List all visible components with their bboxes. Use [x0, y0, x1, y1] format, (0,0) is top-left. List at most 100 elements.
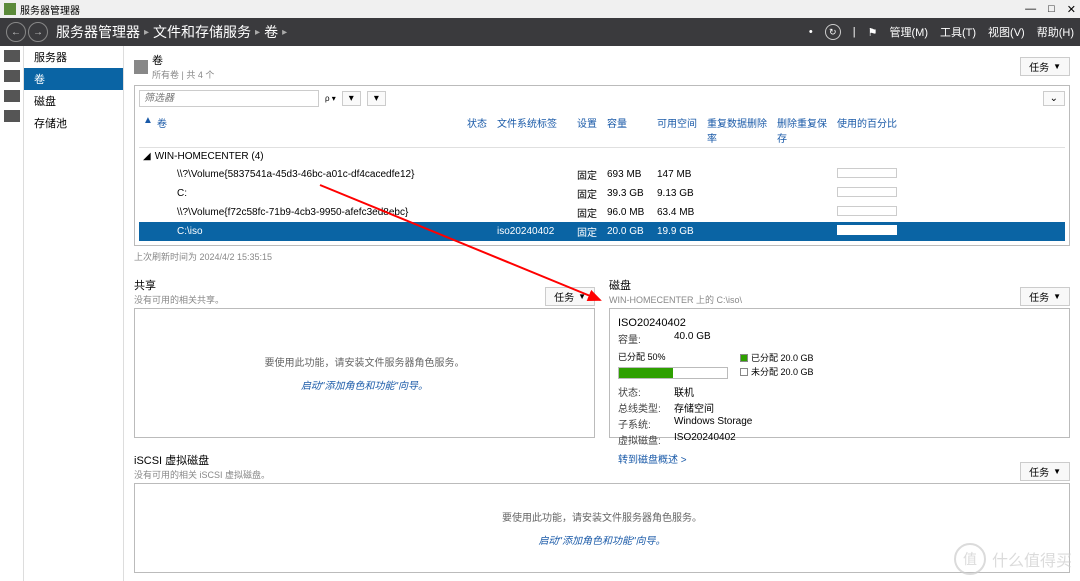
rail-icon[interactable]: [4, 70, 20, 82]
share-wizard-link[interactable]: 启动"添加角色和功能"向导。: [301, 377, 428, 392]
table-row[interactable]: \\?\Volume{f72c58fc-71b9-4cb3-9950-afefc…: [139, 203, 1065, 222]
crumb-volumes[interactable]: 卷: [264, 22, 278, 42]
cell-free: 63.4 MB: [653, 207, 703, 218]
rail-icon[interactable]: [4, 90, 20, 102]
window-titlebar: 服务器管理器 — □ ✕: [0, 0, 1080, 18]
app-icon: [4, 3, 16, 15]
col-fslabel[interactable]: 文件系统标签: [493, 115, 573, 145]
disk-tasks-button[interactable]: 任务▼: [1020, 287, 1070, 306]
volumes-grid: ▲ 卷 状态 文件系统标签 设置 容量 可用空间 重复数据删除率 删除重复保存 …: [139, 113, 1065, 241]
group-expander-icon: ◢: [143, 151, 151, 162]
back-button[interactable]: ←: [6, 22, 26, 42]
share-placeholder: 要使用此功能，请安装文件服务器角色服务。 启动"添加角色和功能"向导。: [134, 308, 595, 438]
menu-help[interactable]: 帮助(H): [1037, 24, 1074, 40]
header-bar: ← → 服务器管理器 ▸ 文件和存储服务 ▸ 卷 ▸ • ↻ | ⚑ 管理(M)…: [0, 18, 1080, 46]
close-button[interactable]: ✕: [1067, 3, 1076, 16]
share-msg: 要使用此功能，请安装文件服务器角色服务。: [265, 354, 465, 369]
table-row[interactable]: C:固定39.3 GB9.13 GB: [139, 184, 1065, 203]
window-title: 服务器管理器: [20, 2, 80, 17]
menu-tools[interactable]: 工具(T): [940, 24, 976, 40]
volumes-subtitle: 所有卷 | 共 4 个: [152, 68, 214, 81]
menu-view[interactable]: 视图(V): [988, 24, 1025, 40]
tasks-button[interactable]: 任务 ▼: [1020, 57, 1070, 76]
subsys-label: 子系统:: [618, 416, 668, 431]
iscsi-msg: 要使用此功能，请安装文件服务器角色服务。: [502, 509, 702, 524]
search-dropdown-icon[interactable]: ρ ▾: [325, 94, 336, 103]
sidebar-item-pools[interactable]: 存储池: [24, 112, 123, 134]
disk-name: ISO20240402: [618, 317, 1061, 329]
col-setting[interactable]: 设置: [573, 115, 603, 145]
vhd-value: ISO20240402: [674, 432, 736, 447]
cell-volume: C:\iso: [153, 226, 463, 237]
alloc-used: [619, 368, 673, 378]
status-label: 状态:: [618, 384, 668, 399]
watermark: 值 什么值得买: [954, 543, 1072, 575]
minimize-button[interactable]: —: [1025, 3, 1036, 16]
watermark-icon: 值: [954, 543, 986, 575]
alloc-bar: [618, 367, 728, 379]
last-refresh: 上次刷新时间为 2024/4/2 15:35:15: [134, 250, 1070, 263]
cell-fslabel: iso20240402: [493, 226, 573, 237]
disk-details: ISO20240402 容量:40.0 GB 已分配 50% 已分配 20.0 …: [609, 308, 1070, 438]
filter-btn-1[interactable]: ▾: [342, 91, 361, 106]
col-capacity[interactable]: 容量: [603, 115, 653, 145]
iscsi-tasks-button[interactable]: 任务▼: [1020, 462, 1070, 481]
tasks-label: 任务: [554, 289, 574, 304]
chevron-right-icon: ▸: [255, 27, 260, 38]
refresh-icon[interactable]: ↻: [825, 24, 841, 40]
col-percent[interactable]: 使用的百分比: [833, 115, 953, 145]
forward-button[interactable]: →: [28, 22, 48, 42]
iscsi-wizard-link[interactable]: 启动"添加角色和功能"向导。: [538, 532, 665, 547]
sidebar: 服务器 卷 磁盘 存储池: [24, 46, 124, 581]
cell-percent: [833, 206, 953, 219]
chevron-down-icon: ▼: [1053, 62, 1061, 71]
menu-manage[interactable]: 管理(M): [890, 24, 929, 40]
rail-icon[interactable]: [4, 50, 20, 62]
volumes-panel: ρ ▾ ▾ ▾ ⌄ ▲ 卷 状态 文件系统标签 设置 容量 可用空间 重复数据删…: [134, 85, 1070, 246]
expand-btn[interactable]: ⌄: [1043, 91, 1065, 106]
breadcrumb: 服务器管理器 ▸ 文件和存储服务 ▸ 卷 ▸: [56, 22, 287, 42]
cell-setting: 固定: [573, 167, 603, 182]
subsys-value: Windows Storage: [674, 416, 752, 431]
table-row[interactable]: C:\isoiso20240402固定20.0 GB19.9 GB: [139, 222, 1065, 241]
col-dedup[interactable]: 重复数据删除率: [703, 115, 773, 145]
chevron-right-icon: ▸: [282, 27, 287, 38]
cell-setting: 固定: [573, 186, 603, 201]
tasks-label: 任务: [1029, 59, 1049, 74]
chevron-right-icon: ▸: [144, 27, 149, 38]
legend-swatch-unalloc: [740, 368, 748, 376]
maximize-button[interactable]: □: [1048, 3, 1055, 16]
rail-icon[interactable]: [4, 110, 20, 122]
sidebar-item-disks[interactable]: 磁盘: [24, 90, 123, 112]
col-status[interactable]: 状态: [463, 115, 493, 145]
col-volume[interactable]: 卷: [153, 115, 463, 145]
cell-capacity: 693 MB: [603, 169, 653, 180]
col-free[interactable]: 可用空间: [653, 115, 703, 145]
share-subtitle: 没有可用的相关共享。: [134, 293, 224, 306]
cell-volume: \\?\Volume{f72c58fc-71b9-4cb3-9950-afefc…: [153, 207, 463, 218]
vhd-label: 虚拟磁盘:: [618, 432, 668, 447]
crumb-app[interactable]: 服务器管理器: [56, 22, 140, 42]
grid-header: ▲ 卷 状态 文件系统标签 设置 容量 可用空间 重复数据删除率 删除重复保存 …: [139, 113, 1065, 148]
share-tasks-button[interactable]: 任务▼: [545, 287, 595, 306]
volumes-title: 卷: [152, 52, 214, 68]
content-area: 卷 所有卷 | 共 4 个 任务 ▼ ρ ▾ ▾ ▾ ⌄ ▲ 卷 状态: [124, 46, 1080, 581]
cell-percent: [833, 225, 953, 238]
table-row[interactable]: \\?\Volume{5837541a-45d3-46bc-a01c-df4ca…: [139, 165, 1065, 184]
sidebar-item-volumes[interactable]: 卷: [24, 68, 123, 90]
cell-free: 147 MB: [653, 169, 703, 180]
col-expand[interactable]: ▲: [139, 115, 153, 145]
disk-overview-link[interactable]: 转到磁盘概述 >: [618, 451, 1061, 466]
alloc-label: 已分配 50%: [618, 350, 728, 363]
filter-input[interactable]: [139, 90, 319, 107]
grid-group-row[interactable]: ◢ WIN-HOMECENTER (4): [139, 148, 1065, 165]
watermark-text: 什么值得买: [992, 547, 1072, 571]
col-dedupsave[interactable]: 删除重复保存: [773, 115, 833, 145]
cell-free: 9.13 GB: [653, 188, 703, 199]
filter-btn-2[interactable]: ▾: [367, 91, 386, 106]
sidebar-item-servers[interactable]: 服务器: [24, 46, 123, 68]
disk-title: 磁盘: [609, 277, 742, 293]
crumb-fileservices[interactable]: 文件和存储服务: [153, 22, 251, 42]
cell-capacity: 96.0 MB: [603, 207, 653, 218]
flag-icon[interactable]: ⚑: [868, 26, 878, 39]
